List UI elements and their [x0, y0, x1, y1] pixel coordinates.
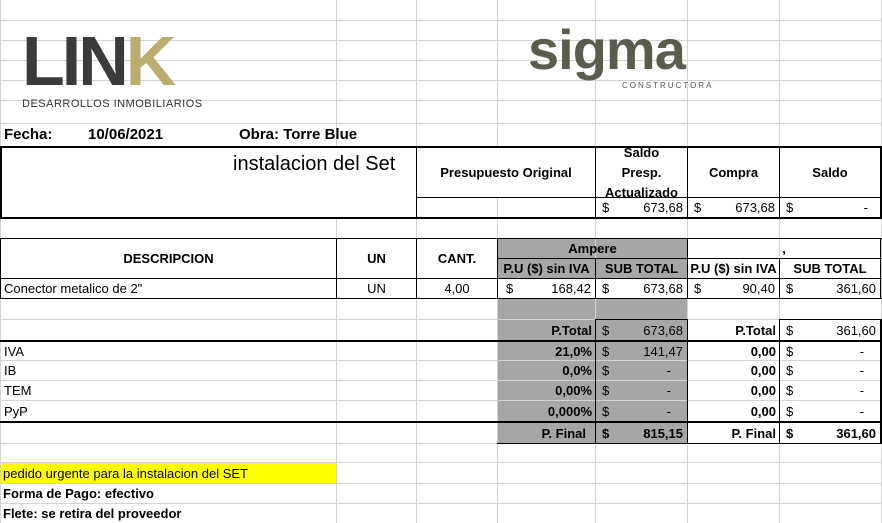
compra-header: Compra [708, 165, 759, 180]
sigma-logo-subtitle: CONSTRUCTORA [622, 81, 714, 90]
s2-pfinal-value[interactable]: $ 361,60 [780, 423, 880, 443]
fecha-label: Fecha: [4, 126, 53, 143]
item-s2-pu[interactable]: $ 90,40 [688, 279, 779, 298]
currency-symbol: $ [786, 200, 794, 215]
item-cant[interactable]: 4,00 [417, 279, 497, 298]
s2-rate: 0,00 [750, 343, 776, 359]
page-title: instalacion del Set [233, 153, 396, 175]
saldo-presp-header: Saldo Presp. Actualizado [605, 148, 678, 197]
fecha-value: 10/06/2021 [88, 126, 164, 143]
s2-ptotal-value[interactable]: $ 361,60 [780, 320, 880, 340]
s1-rate: 0,0% [562, 363, 592, 378]
forma-pago-note[interactable]: Forma de Pago: efectivo [3, 484, 336, 503]
saldo-value[interactable]: $ - [780, 198, 880, 217]
s1-rate: 21,0% [555, 343, 592, 359]
tax-name: PyP [4, 403, 28, 419]
saldo-header: Saldo [812, 165, 848, 180]
s2-rate: 0,00 [750, 363, 776, 378]
item-descripcion[interactable]: Conector metalico de 2" [4, 279, 334, 298]
s1-amount: $141,47 [602, 343, 683, 359]
s2-pfinal-label: P. Final [731, 425, 776, 441]
s1-subtotal-header: SUB TOTAL [604, 261, 679, 276]
flete-note[interactable]: Flete: se retira del proveedor [3, 504, 336, 523]
s2-amount: $ - [786, 343, 864, 359]
supplier2-name: , [782, 241, 786, 256]
cant-header: CANT. [437, 251, 477, 266]
s2-rate: 0,00 [750, 403, 776, 419]
tax-name: TEM [4, 383, 32, 398]
s2-amount: $ - [786, 383, 864, 398]
s2-subtotal-header: SUB TOTAL [793, 261, 867, 276]
s1-rate: 0,000% [547, 403, 592, 419]
s1-pfinal-label: P. Final [541, 425, 586, 441]
s2-pu-header: P.U ($) sin IVA [690, 261, 777, 276]
s1-ptotal-label: P.Total [551, 322, 592, 338]
tax-name: IB [4, 363, 17, 378]
tax-name: IVA [4, 343, 24, 359]
s1-pu-header: P.U ($) sin IVA [503, 261, 590, 276]
s1-amount: $ - [602, 403, 671, 419]
amount: 673,68 [643, 200, 683, 215]
link-logo-wordmark: LINK [22, 22, 176, 100]
item-s2-sub[interactable]: $ 361,60 [780, 279, 880, 298]
s2-ptotal-label: P.Total [735, 322, 776, 338]
presupuesto-original-header: Presupuesto Original [440, 165, 572, 180]
s1-ptotal-value[interactable]: $ 673,68 [596, 320, 687, 340]
s2-amount: $ - [786, 363, 864, 378]
link-logo-subtitle: DESARROLLOS INMOBILIARIOS [22, 98, 203, 110]
s2-rate: 0,00 [750, 383, 776, 398]
saldo-presp-value[interactable]: $ 673,68 [596, 198, 687, 217]
supplier1-name: Ampere [568, 241, 617, 256]
currency-symbol: $ [602, 200, 610, 215]
sigma-logo-wordmark: sigma [528, 18, 686, 81]
currency-symbol: $ [694, 200, 702, 215]
item-s1-pu[interactable]: $ 168,42 [498, 279, 595, 298]
amount: 673,68 [735, 200, 775, 215]
sigma-logo: sigma CONSTRUCTORA [528, 18, 711, 91]
s2-amount: $ - [786, 403, 864, 419]
s1-rate: 0,00% [555, 383, 592, 398]
urgent-note[interactable]: pedido urgente para la instalacion del S… [3, 463, 336, 483]
compra-value[interactable]: $ 673,68 [688, 198, 779, 217]
amount: - [863, 200, 868, 215]
s1-amount: $ - [602, 383, 671, 398]
obra-label: Obra: Torre Blue [239, 126, 358, 143]
item-un[interactable]: UN [337, 279, 416, 298]
spreadsheet[interactable]: LINK DESARROLLOS INMOBILIARIOS sigma CON… [0, 0, 882, 523]
s1-pfinal-value[interactable]: $ 815,15 [596, 423, 687, 443]
descripcion-header: DESCRIPCION [123, 251, 214, 266]
s1-amount: $ - [602, 363, 671, 378]
item-s1-sub[interactable]: $ 673,68 [596, 279, 687, 298]
link-logo: LINK DESARROLLOS INMOBILIARIOS [22, 26, 203, 110]
un-header: UN [367, 251, 386, 266]
